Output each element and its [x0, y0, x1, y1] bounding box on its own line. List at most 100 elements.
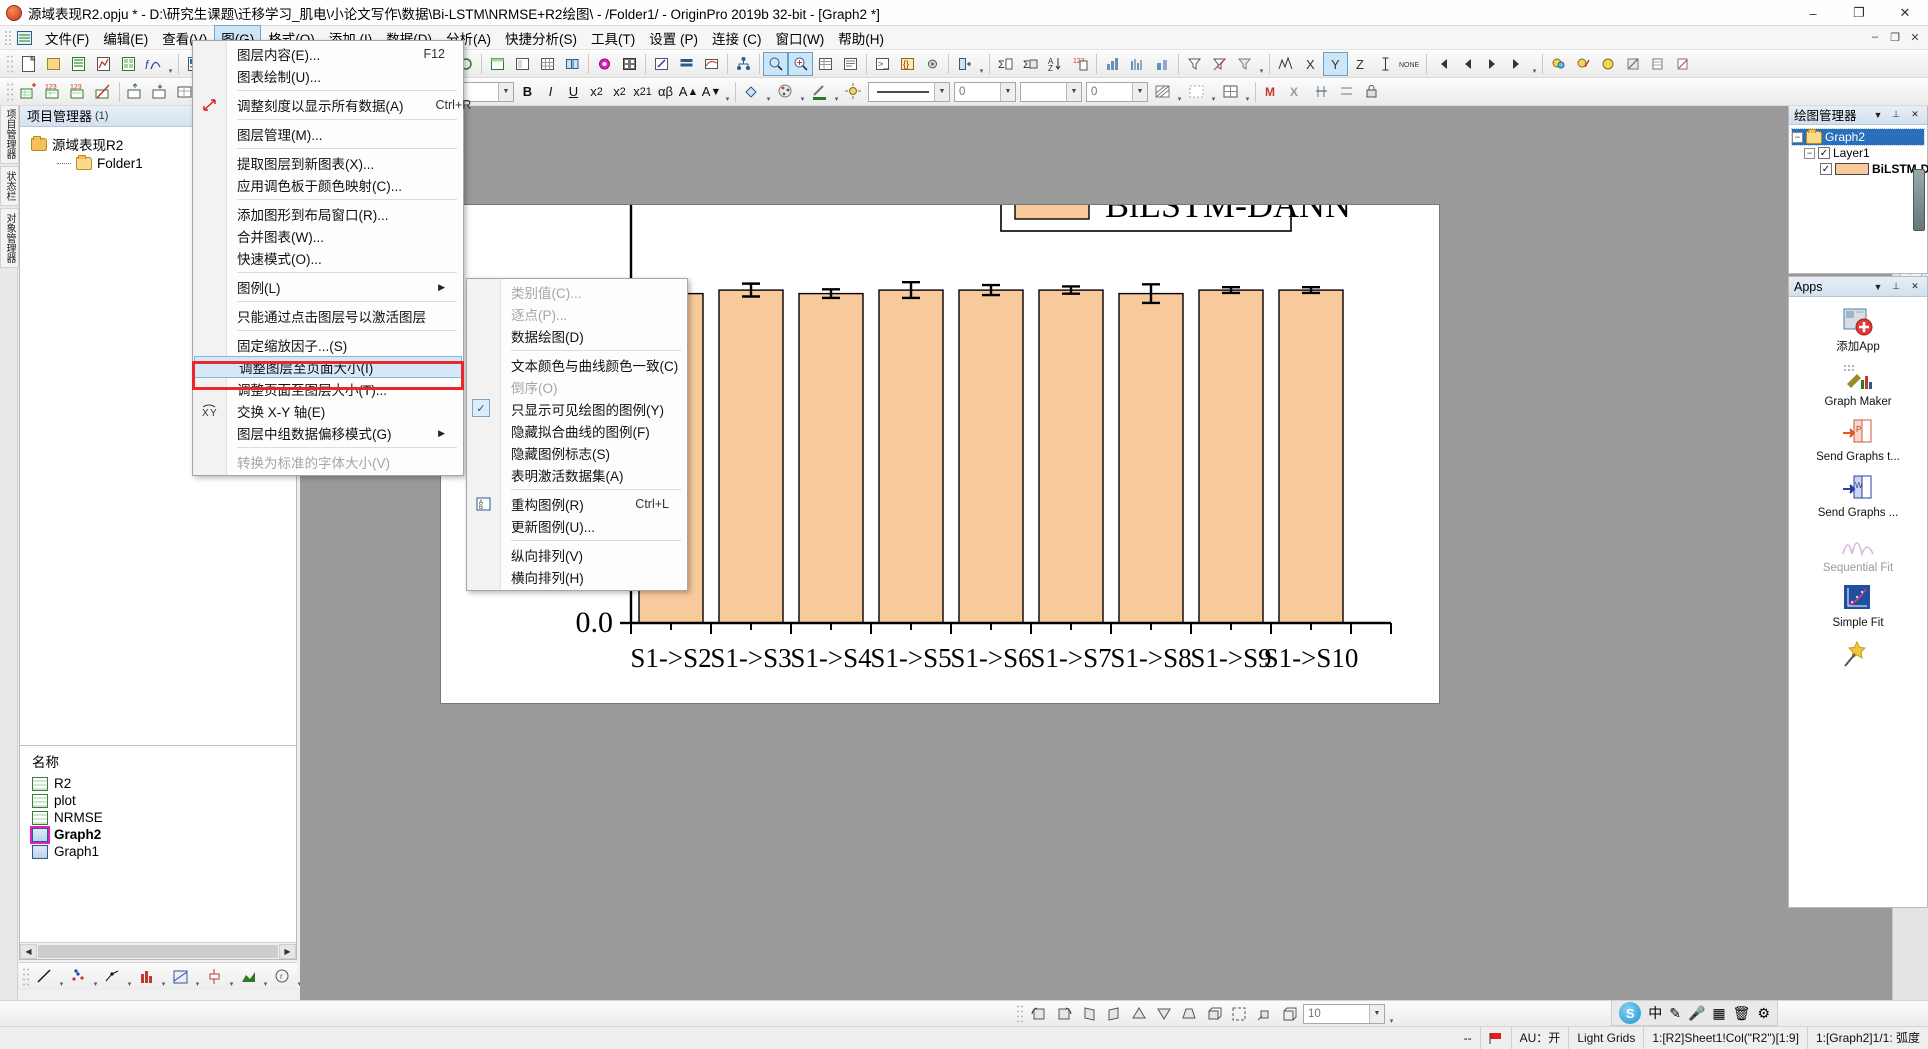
box-plot-dropdown[interactable]: ▾: [227, 966, 236, 988]
line-plot-dropdown[interactable]: ▾: [57, 966, 66, 988]
toolbar-overflow-3[interactable]: ▾: [1257, 53, 1266, 75]
menu-quick-analysis[interactable]: 快捷分析(S): [498, 25, 584, 51]
line-plot-icon[interactable]: [32, 965, 57, 989]
ime-voice-icon[interactable]: 🎤: [1688, 1005, 1705, 1022]
object-node-plot[interactable]: ✓ BiLSTM-D: [1820, 161, 1924, 177]
x-axis-title[interactable]: type: [985, 697, 1037, 705]
subscript-button[interactable]: x2: [608, 81, 631, 103]
menu-item-6[interactable]: 添加图形到布局窗口(R)...: [193, 203, 463, 225]
layer-visibility-checkbox[interactable]: ✓: [1818, 147, 1830, 159]
align-v-icon[interactable]: [1309, 80, 1334, 104]
app-item-wand[interactable]: [1792, 632, 1924, 674]
plot-details-icon[interactable]: [1218, 80, 1243, 104]
3d-toolbar-grip[interactable]: [1016, 1004, 1023, 1024]
toolbar-overflow-4[interactable]: ▾: [1530, 53, 1539, 75]
bar-S1->S3[interactable]: [719, 290, 783, 623]
column-plot-icon[interactable]: [134, 965, 159, 989]
resize-3d-icon[interactable]: [1251, 1002, 1276, 1026]
perspective-up-icon[interactable]: [1126, 1002, 1151, 1026]
statistics-icon[interactable]: Σ: [993, 52, 1018, 76]
maximize-button[interactable]: ❐: [1836, 0, 1882, 26]
submenu-item-3[interactable]: 文本颜色与曲线颜色一致(C): [467, 354, 687, 376]
menu-item-8[interactable]: 快速模式(O)...: [193, 247, 463, 269]
menu-gripper[interactable]: [4, 30, 12, 46]
menu-item-5[interactable]: 应用调色板于颜色映射(C)...: [193, 174, 463, 196]
bar-S1->S10[interactable]: [1279, 290, 1343, 623]
list-item[interactable]: plot: [30, 792, 296, 809]
panel-menu-icon[interactable]: ▼: [1871, 107, 1885, 122]
bar-chart-icon[interactable]: [1100, 52, 1125, 76]
new-graph-icon[interactable]: [91, 52, 116, 76]
tilt-right-icon[interactable]: [1101, 1002, 1126, 1026]
bars-group[interactable]: [639, 282, 1343, 623]
ime-toolbar[interactable]: S 中 ✎ 🎤 ▦ 🗑 ⚙: [1611, 1000, 1778, 1026]
perspective-down-icon[interactable]: [1151, 1002, 1176, 1026]
list-item[interactable]: R2: [30, 775, 296, 792]
list-item[interactable]: NRMSE: [30, 809, 296, 826]
code-builder-icon[interactable]: {}: [895, 52, 920, 76]
menu-help[interactable]: 帮助(H): [831, 25, 891, 51]
new-folder-icon[interactable]: [41, 52, 66, 76]
list-item[interactable]: Graph2: [30, 826, 296, 843]
toolbar2-overflow-9[interactable]: ▾: [1209, 81, 1218, 103]
menu-file[interactable]: 文件(F): [38, 25, 96, 51]
new-function-plot-icon[interactable]: f: [141, 52, 166, 76]
grid-pattern-icon[interactable]: [1184, 80, 1209, 104]
toolbar-grip[interactable]: [6, 54, 13, 74]
3d-cube-icon[interactable]: [1276, 1002, 1301, 1026]
menu-item-15[interactable]: 图层中组数据偏移模式(G)▶: [193, 422, 463, 444]
line-width-combo[interactable]: 0 ▼: [954, 82, 1016, 102]
submenu-item-9[interactable]: AB重构图例(R)Ctrl+L: [467, 493, 687, 515]
layer-management-icon[interactable]: [674, 52, 699, 76]
data-selector-icon[interactable]: [1571, 52, 1596, 76]
toolbar2-overflow-5[interactable]: ▾: [764, 81, 773, 103]
left-tab-object-manager[interactable]: 对象管理器: [0, 208, 19, 268]
pattern-icon[interactable]: [1150, 80, 1175, 104]
fill-pattern-combo[interactable]: ▼: [1020, 82, 1082, 102]
add-table-icon[interactable]: [1646, 52, 1671, 76]
last-icon[interactable]: [1505, 52, 1530, 76]
scroll-right-arrow[interactable]: ▶: [279, 944, 296, 959]
zoom-in-icon[interactable]: [763, 52, 788, 76]
app-item-send-graphs-ppt[interactable]: P Send Graphs t...: [1792, 411, 1924, 466]
ws-move-up-icon[interactable]: [123, 80, 148, 104]
scroll-thumb[interactable]: [38, 945, 278, 958]
decrease-perspective-icon[interactable]: [1201, 1002, 1226, 1026]
settings-gear-icon[interactable]: [920, 52, 945, 76]
menu-window[interactable]: 窗口(W): [769, 25, 832, 51]
mdi-minimize-button[interactable]: –: [1866, 28, 1884, 46]
axis-x-icon[interactable]: X: [1298, 52, 1323, 76]
supersub-button[interactable]: x21: [631, 81, 654, 103]
area-plot-dropdown[interactable]: ▾: [261, 966, 270, 988]
scroll-left-arrow[interactable]: ◀: [20, 944, 37, 959]
toolbar2-grip[interactable]: [6, 82, 13, 102]
box-plot-icon[interactable]: [202, 965, 227, 989]
bar-S1->S6[interactable]: [959, 290, 1023, 623]
filter-off-icon[interactable]: [1207, 52, 1232, 76]
edit-layer-icon[interactable]: [649, 52, 674, 76]
mdi-close-button[interactable]: ✕: [1906, 28, 1924, 46]
filter-clear-icon[interactable]: [1232, 52, 1257, 76]
chevron-down-icon[interactable]: ▼: [1369, 1005, 1384, 1023]
sort-icon[interactable]: AZ: [1043, 52, 1068, 76]
menu-item-14[interactable]: XY交换 X-Y 轴(E): [193, 400, 463, 422]
menu-item-11[interactable]: 固定缩放因子...(S): [193, 334, 463, 356]
set-values-icon[interactable]: 123: [1068, 52, 1093, 76]
polar-plot-icon[interactable]: r: [270, 965, 295, 989]
ws-move-down-icon[interactable]: [148, 80, 173, 104]
remove-table-icon[interactable]: [1671, 52, 1696, 76]
ime-settings-icon[interactable]: ⚙: [1757, 1005, 1770, 1022]
object-manager-scrollbar[interactable]: [1913, 169, 1925, 231]
ws-set-col-values-icon[interactable]: 123: [41, 80, 66, 104]
menu-item-4[interactable]: 提取图层到新图表(X)...: [193, 152, 463, 174]
contour-plot-dropdown[interactable]: ▾: [193, 966, 202, 988]
palette-icon[interactable]: [773, 80, 798, 104]
menu-item-2[interactable]: 调整刻度以显示所有数据(A)Ctrl+R: [193, 94, 463, 116]
grid-icon[interactable]: [535, 52, 560, 76]
submenu-item-10[interactable]: 更新图例(U)...: [467, 515, 687, 537]
mask-points-icon[interactable]: M: [1259, 80, 1284, 104]
film-icon[interactable]: [617, 52, 642, 76]
merge-icon[interactable]: [560, 52, 585, 76]
object-node-layer1[interactable]: − ✓ Layer1: [1804, 145, 1924, 161]
line-symbol-dropdown[interactable]: ▾: [125, 966, 134, 988]
